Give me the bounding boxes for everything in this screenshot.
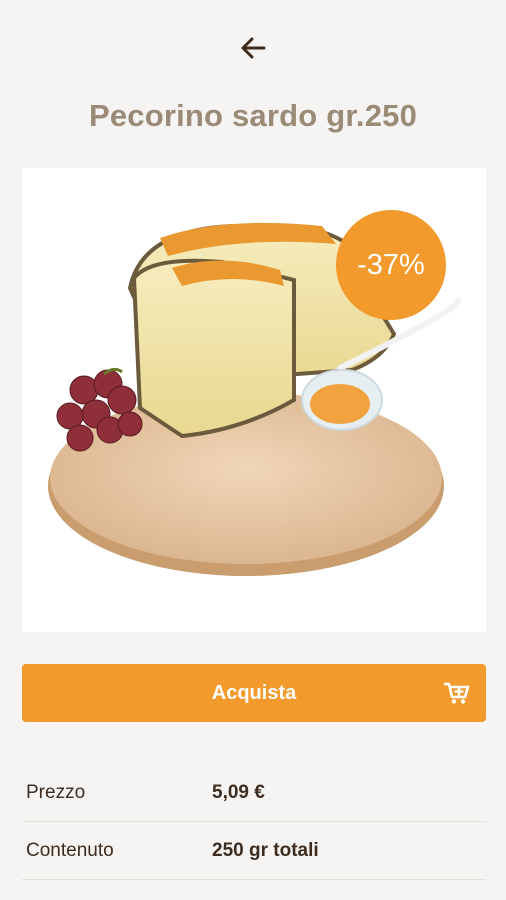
top-bar: [0, 28, 506, 68]
product-title: Pecorino sardo gr.250: [88, 98, 418, 133]
discount-badge: -37%: [336, 210, 446, 320]
detail-label: Prezzo: [26, 781, 86, 803]
arrow-left-icon: [241, 37, 266, 59]
detail-label: Contenuto: [26, 839, 114, 861]
cart-plus-icon: [444, 682, 470, 704]
buy-button-label: Acquista: [211, 681, 297, 704]
product-details: Prezzo 5,09 € Contenuto 250 gr totali: [22, 764, 486, 880]
buy-button[interactable]: Acquista: [22, 664, 486, 722]
detail-row-content: Contenuto 250 gr totali: [22, 822, 486, 880]
detail-value: 250 gr totali: [212, 839, 319, 861]
back-button[interactable]: [233, 28, 273, 68]
product-page: Pecorino sardo gr.250 -37% Acquista Prez…: [0, 0, 506, 900]
detail-row-price: Prezzo 5,09 €: [22, 764, 486, 822]
detail-value: 5,09 €: [212, 781, 265, 803]
